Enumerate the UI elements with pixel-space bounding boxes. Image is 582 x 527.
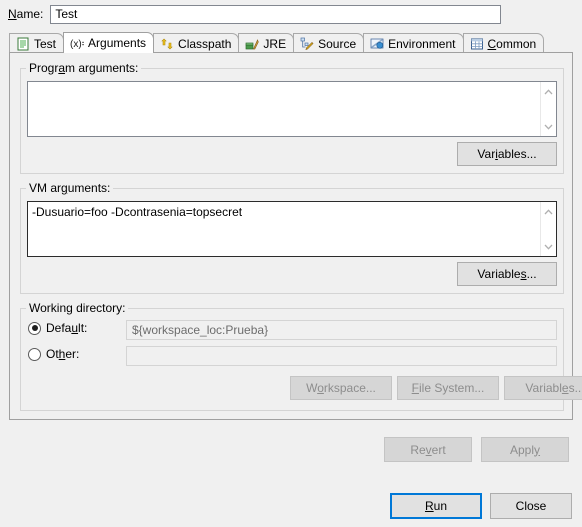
run-button[interactable]: Run <box>390 493 482 519</box>
program-arguments-group: Program arguments: Variables... <box>20 61 564 174</box>
tab-label: Arguments <box>88 36 147 50</box>
other-radio-button[interactable] <box>28 347 41 361</box>
tab-label: Common <box>487 36 537 51</box>
revert-button[interactable]: Revert <box>384 437 472 462</box>
tab-label: Test <box>34 36 57 51</box>
file-system-button[interactable]: File System... <box>397 376 499 400</box>
program-arguments-variables-button[interactable]: Variables... <box>457 142 557 166</box>
default-radio-row[interactable]: Default: <box>28 321 87 335</box>
vm-arguments-scrollbar[interactable] <box>540 202 556 256</box>
scroll-up-icon[interactable] <box>541 204 556 219</box>
tab-label: Classpath <box>178 36 232 51</box>
button-label: Variables... <box>477 267 537 281</box>
tab-label: Environment <box>388 36 456 51</box>
environment-monitor-icon <box>370 37 384 51</box>
name-row: Name: <box>0 0 582 28</box>
jre-books-icon <box>245 37 260 51</box>
button-label: Run <box>424 499 448 513</box>
tab-jre[interactable]: JRE <box>238 33 295 53</box>
button-label: Revert <box>410 442 446 457</box>
other-radio-row[interactable]: Other: <box>28 347 79 361</box>
tab-classpath[interactable]: Classpath <box>153 33 240 53</box>
default-radio-button[interactable] <box>28 321 41 335</box>
name-input[interactable] <box>50 4 502 24</box>
vm-arguments-textarea[interactable]: -Dusuario=foo -Dcontrasenia=topsecret <box>27 201 557 257</box>
test-document-icon <box>16 37 30 51</box>
program-arguments-label: Program arguments: <box>26 61 142 75</box>
common-table-icon <box>470 37 484 51</box>
scroll-down-icon[interactable] <box>541 119 556 134</box>
other-directory-field[interactable] <box>126 346 557 366</box>
workspace-button[interactable]: Workspace... <box>290 376 392 400</box>
apply-button[interactable]: Apply <box>481 437 569 462</box>
working-directory-variables-button[interactable]: Variables... <box>504 376 582 400</box>
default-directory-value: ${workspace_loc:Prueba} <box>132 323 269 337</box>
other-radio-label: Other: <box>46 347 80 361</box>
tab-bar: Test (x)= Arguments Classpath <box>9 32 573 53</box>
working-directory-label: Working directory: <box>26 301 129 315</box>
svg-text:(x)=: (x)= <box>70 39 84 50</box>
program-arguments-text[interactable] <box>28 82 540 136</box>
tab-environment[interactable]: Environment <box>363 33 464 53</box>
default-directory-field: ${workspace_loc:Prueba} <box>126 320 557 340</box>
arguments-xequals-icon: (x)= <box>70 36 88 50</box>
scroll-up-icon[interactable] <box>541 84 556 99</box>
button-label: Workspace... <box>306 381 376 395</box>
button-label: Variables... <box>477 147 537 161</box>
tab-label: JRE <box>263 36 287 51</box>
classpath-arrows-icon <box>160 37 174 51</box>
run-configuration-dialog: Name: Test (x)= Arguments <box>0 0 582 527</box>
tab-common[interactable]: Common <box>462 33 545 53</box>
name-label: Name: <box>8 7 44 21</box>
button-label: Variables... <box>525 381 582 395</box>
button-label: File System... <box>411 381 485 395</box>
vm-arguments-variables-button[interactable]: Variables... <box>457 262 557 286</box>
tab-arguments[interactable]: (x)= Arguments <box>63 32 155 53</box>
program-arguments-scrollbar[interactable] <box>540 82 556 136</box>
tab-source[interactable]: Source <box>293 33 365 53</box>
source-pencil-icon <box>300 37 314 51</box>
program-arguments-textarea[interactable] <box>27 81 557 137</box>
scroll-down-icon[interactable] <box>541 239 556 254</box>
button-label: Close <box>515 499 547 513</box>
working-directory-group: Working directory: Default: ${workspace_… <box>20 301 582 411</box>
default-radio-label: Default: <box>46 321 88 335</box>
button-label: Apply <box>509 442 541 457</box>
close-button[interactable]: Close <box>490 493 572 519</box>
vm-arguments-text[interactable]: -Dusuario=foo -Dcontrasenia=topsecret <box>28 202 540 256</box>
tab-test[interactable]: Test <box>9 33 65 53</box>
vm-arguments-label: VM arguments: <box>26 181 114 195</box>
vm-arguments-group: VM arguments: -Dusuario=foo -Dcontraseni… <box>20 181 564 294</box>
tab-label: Source <box>318 36 357 51</box>
arguments-tab-panel: Program arguments: Variables... VM argum… <box>9 52 582 420</box>
